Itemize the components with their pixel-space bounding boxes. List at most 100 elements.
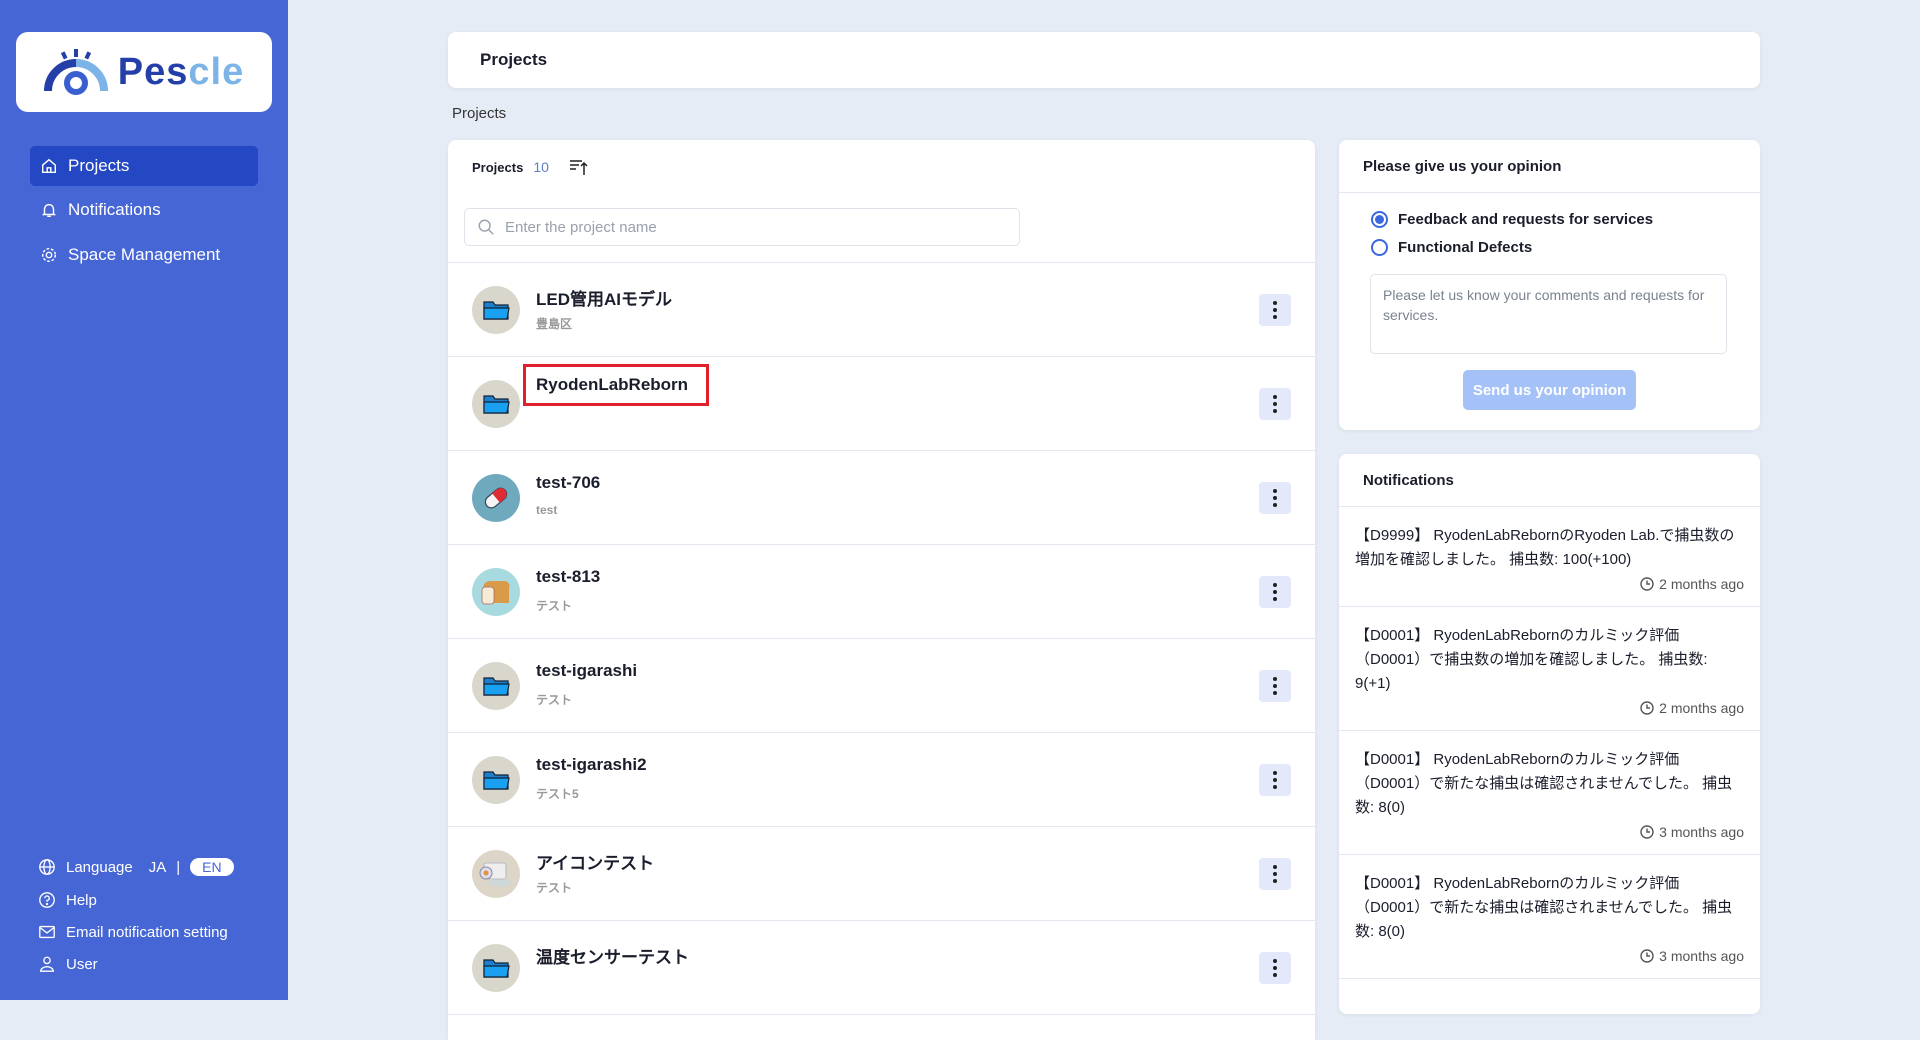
project-row[interactable]: アイコンテスト テスト (448, 827, 1315, 921)
user-label: User (66, 955, 98, 973)
home-icon (41, 158, 57, 174)
project-name[interactable]: RyodenLabReborn (522, 364, 710, 406)
project-name[interactable]: test-706 (536, 473, 600, 493)
project-name[interactable]: test-igarashi2 (536, 755, 647, 775)
send-opinion-button[interactable]: Send us your opinion (1463, 370, 1636, 410)
project-row[interactable]: test-igarashi テスト (448, 639, 1315, 733)
globe-icon (39, 859, 55, 875)
sidebar-item-projects[interactable]: Projects (30, 146, 258, 186)
project-menu-button[interactable] (1259, 576, 1291, 608)
sidebar: Pescle Projects Notifications Space Mana… (0, 0, 288, 1000)
project-avatar-folder-icon (472, 380, 520, 428)
search-icon (478, 219, 494, 235)
radio-label: Feedback and requests for services (1398, 211, 1654, 228)
project-description: テスト (536, 599, 573, 613)
email-notification-link[interactable]: Email notification setting (38, 923, 228, 941)
sort-icon[interactable] (569, 158, 589, 176)
notifications-title: Notifications (1339, 454, 1760, 507)
page-title: Projects (480, 50, 548, 69)
clock-icon (1640, 949, 1654, 963)
project-row[interactable]: test-706 test (448, 451, 1315, 545)
radio-label: Functional Defects (1398, 239, 1533, 256)
projects-label: Projects (472, 159, 524, 175)
lang-ja-button[interactable]: JA (149, 859, 167, 876)
project-name[interactable]: LED管用AIモデル (536, 285, 672, 310)
language-switch: Language JA | EN (38, 858, 234, 876)
project-search-input[interactable]: Enter the project name (464, 208, 1020, 246)
project-name[interactable]: test-igarashi (536, 661, 637, 681)
project-avatar-folder-icon (472, 944, 520, 992)
radio-defects[interactable]: Functional Defects (1371, 239, 1532, 256)
notifications-card: Notifications 【D9999】 RyodenLabRebornのRy… (1339, 454, 1760, 1014)
project-menu-button[interactable] (1259, 952, 1291, 984)
clock-icon (1640, 577, 1654, 591)
project-row[interactable]: test-igarashi2 テスト5 (448, 733, 1315, 827)
sidebar-item-label: Projects (68, 156, 130, 175)
lang-separator: | (176, 858, 181, 876)
project-name[interactable]: test-813 (536, 567, 600, 587)
notification-time: 2 months ago (1659, 700, 1744, 716)
project-avatar-pill-icon (472, 474, 520, 522)
project-description: テスト5 (536, 787, 579, 801)
project-name[interactable]: 温度センサーテスト (536, 943, 689, 968)
sidebar-item-space-management[interactable]: Space Management (30, 235, 258, 275)
user-link[interactable]: User (38, 955, 98, 973)
mail-icon (39, 925, 55, 939)
project-name[interactable]: アイコンテスト (536, 849, 654, 874)
breadcrumb: Projects (452, 105, 507, 122)
help-icon (39, 892, 55, 908)
project-row[interactable]: test-813 テスト (448, 545, 1315, 639)
notification-item[interactable]: 【D0001】 RyodenLabRebornのカルミック評価（D0001）で新… (1339, 731, 1760, 855)
page-header: Projects (448, 32, 1760, 88)
help-link[interactable]: Help (38, 891, 97, 909)
notification-text: 【D0001】 RyodenLabRebornのカルミック評価（D0001）で新… (1355, 875, 1733, 940)
project-description: テスト (536, 693, 573, 707)
notification-item[interactable]: 【D9999】 RyodenLabRebornのRyoden Lab.で捕虫数の… (1339, 507, 1760, 607)
project-menu-button[interactable] (1259, 764, 1291, 796)
project-menu-button[interactable] (1259, 670, 1291, 702)
notification-time: 3 months ago (1659, 824, 1744, 840)
project-description: 豊島区 (536, 317, 573, 331)
project-avatar-folder-icon (472, 286, 520, 334)
project-menu-button[interactable] (1259, 294, 1291, 326)
radio-checked-icon (1371, 211, 1388, 228)
gear-icon (41, 247, 57, 263)
clock-icon (1640, 701, 1654, 715)
project-description: test (536, 503, 558, 517)
project-row[interactable]: 温度センサーテスト (448, 921, 1315, 1015)
logo-text: cle (188, 50, 245, 93)
language-label: Language (66, 858, 133, 876)
sidebar-item-label: Space Management (68, 245, 221, 264)
search-placeholder: Enter the project name (505, 218, 657, 236)
radio-feedback[interactable]: Feedback and requests for services (1371, 211, 1653, 228)
project-menu-button[interactable] (1259, 482, 1291, 514)
notification-text: 【D0001】 RyodenLabRebornのカルミック評価（D0001）で捕… (1355, 627, 1708, 692)
project-avatar-folder-icon (472, 756, 520, 804)
lang-en-button[interactable]: EN (190, 858, 234, 876)
project-list-card: Projects 10 Enter the project name LED管用… (448, 140, 1315, 1040)
pescle-logo[interactable]: Pescle (16, 32, 272, 112)
project-row[interactable]: RyodenLabReborn (448, 357, 1315, 451)
project-avatar-folder-icon (472, 662, 520, 710)
clock-icon (1640, 825, 1654, 839)
notification-text: 【D0001】 RyodenLabRebornのカルミック評価（D0001）で新… (1355, 751, 1733, 816)
help-label: Help (66, 891, 97, 909)
textarea-placeholder: Please let us know your comments and req… (1383, 287, 1705, 323)
email-notification-label: Email notification setting (66, 923, 228, 941)
project-row[interactable]: LED管用AIモデル 豊島区 (448, 263, 1315, 357)
project-avatar-bread-icon (472, 568, 520, 616)
radio-unchecked-icon (1371, 239, 1388, 256)
sidebar-item-notifications[interactable]: Notifications (30, 190, 258, 230)
project-menu-button[interactable] (1259, 858, 1291, 890)
logo-text: Pes (117, 50, 189, 93)
project-menu-button[interactable] (1259, 388, 1291, 420)
notification-item[interactable]: 【D0001】 RyodenLabRebornのカルミック評価（D0001）で新… (1339, 855, 1760, 979)
notification-text: 【D9999】 RyodenLabRebornのRyoden Lab.で捕虫数の… (1355, 527, 1735, 568)
bell-icon (41, 203, 57, 218)
user-icon (40, 956, 54, 972)
notification-item[interactable]: 【D0001】 RyodenLabRebornのカルミック評価（D0001）で捕… (1339, 607, 1760, 731)
sidebar-item-label: Notifications (68, 200, 161, 219)
project-avatar-roll-icon (472, 850, 520, 898)
opinion-card: Please give us your opinion Feedback and… (1339, 140, 1760, 430)
opinion-textarea[interactable]: Please let us know your comments and req… (1370, 274, 1727, 354)
